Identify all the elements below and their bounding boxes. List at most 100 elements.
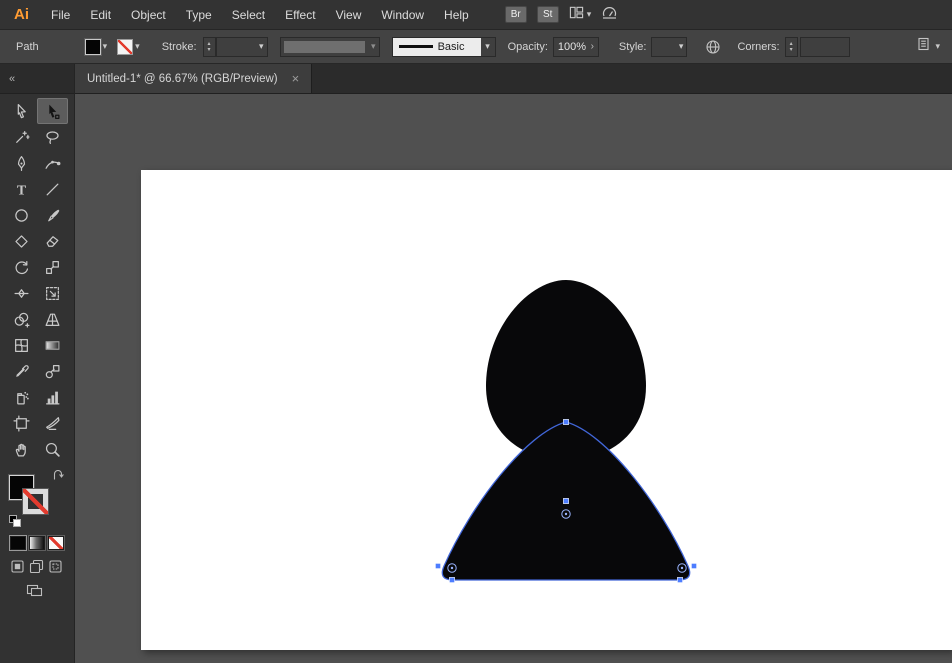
bridge-button[interactable]: Br — [505, 6, 527, 23]
gpu-performance-icon[interactable] — [601, 5, 618, 25]
swap-fill-stroke-button[interactable] — [52, 468, 65, 486]
anchor-point[interactable] — [563, 498, 568, 503]
menubar-right: Br St ▾ — [505, 5, 619, 25]
menu-select[interactable]: Select — [222, 0, 275, 30]
anchor-point[interactable] — [677, 577, 682, 582]
hand-tool[interactable] — [6, 436, 37, 462]
width-profile-dropdown[interactable]: ▾ — [280, 37, 380, 57]
fill-stroke-widget — [9, 470, 67, 528]
anchor-point[interactable] — [563, 419, 568, 424]
corner-widget-dot[interactable] — [451, 567, 453, 569]
collapse-panel-button[interactable]: « — [9, 73, 15, 85]
document-setup-globe-icon[interactable] — [705, 39, 721, 55]
column-graph-tool[interactable] — [37, 384, 68, 410]
stroke-weight-dropdown[interactable]: ▾ — [216, 37, 268, 57]
shaper-tool[interactable] — [6, 228, 37, 254]
artboard-tool[interactable] — [6, 410, 37, 436]
gradient-tool[interactable] — [37, 332, 68, 358]
menubar-items: FileEditObjectTypeSelectEffectViewWindow… — [41, 0, 479, 30]
width-tool[interactable] — [6, 280, 37, 306]
selection-tool[interactable] — [6, 98, 37, 124]
fill-swatch — [85, 39, 101, 55]
artboard[interactable] — [141, 170, 952, 650]
arrange-documents-button[interactable]: ▾ — [916, 36, 940, 57]
tools-panel-header: « — [0, 64, 74, 94]
workspace-switcher-button[interactable]: ▾ — [569, 5, 592, 25]
opacity-input[interactable]: 100% › — [553, 37, 599, 57]
pen-tool[interactable] — [6, 150, 37, 176]
stroke-color-dropdown[interactable]: ▾ — [117, 37, 140, 57]
perspective-grid-tool[interactable] — [37, 306, 68, 332]
scale-tool[interactable] — [37, 254, 68, 280]
symbol-sprayer-tool[interactable] — [6, 384, 37, 410]
color-mode-row — [10, 536, 74, 550]
artwork-svg[interactable] — [141, 170, 952, 650]
workspace: « T — [0, 64, 952, 663]
corners-stepper[interactable]: ▴▾ — [785, 37, 798, 57]
mesh-tool[interactable] — [6, 332, 37, 358]
color-button[interactable] — [10, 536, 26, 550]
eyedropper-tool[interactable] — [6, 358, 37, 384]
blend-tool[interactable] — [37, 358, 68, 384]
chevron-down-icon: ▾ — [135, 42, 140, 51]
curvature-tool[interactable] — [37, 150, 68, 176]
corners-input[interactable] — [800, 37, 850, 57]
slice-tool[interactable] — [37, 410, 68, 436]
stroke-label[interactable]: Stroke: — [162, 41, 197, 53]
ellipse-tool[interactable] — [6, 202, 37, 228]
menu-help[interactable]: Help — [434, 0, 479, 30]
menubar: Ai FileEditObjectTypeSelectEffectViewWin… — [0, 0, 952, 30]
opacity-presets-arrow-icon: › — [591, 41, 594, 52]
screen-mode-button[interactable] — [26, 583, 74, 598]
opacity-label[interactable]: Opacity: — [508, 41, 548, 53]
line-segment-tool[interactable] — [37, 176, 68, 202]
magic-wand-tool[interactable] — [6, 124, 37, 150]
anchor-point[interactable] — [435, 563, 440, 568]
zoom-tool[interactable] — [37, 436, 68, 462]
eraser-tool[interactable] — [37, 228, 68, 254]
draw-modes-row — [10, 559, 74, 574]
stroke-weight-stepper[interactable]: ▴▾ — [203, 37, 216, 57]
lasso-tool[interactable] — [37, 124, 68, 150]
anchor-point[interactable] — [449, 577, 454, 582]
shape-builder-tool[interactable] — [6, 306, 37, 332]
paintbrush-tool[interactable] — [37, 202, 68, 228]
corners-label[interactable]: Corners: — [737, 41, 779, 53]
type-tool[interactable]: T — [6, 176, 37, 202]
direct-selection-tool[interactable] — [37, 98, 68, 124]
rotate-tool[interactable] — [6, 254, 37, 280]
draw-normal-button[interactable] — [10, 559, 25, 574]
chevron-down-icon: ▾ — [103, 42, 108, 51]
style-dropdown[interactable]: ▾ — [651, 37, 687, 57]
chevron-down-icon: ▾ — [256, 42, 267, 51]
illustrator-logo: Ai — [14, 6, 29, 23]
menu-window[interactable]: Window — [371, 0, 434, 30]
control-bar: Path ▾ ▾ Stroke: ▴▾ ▾ ▾ Basic ▾ Opacity:… — [0, 30, 952, 64]
close-tab-icon[interactable]: × — [292, 72, 300, 85]
none-button[interactable] — [48, 536, 64, 550]
chevron-down-icon: ▾ — [481, 38, 495, 56]
anchor-point[interactable] — [691, 563, 696, 568]
corner-widget-dot[interactable] — [681, 567, 683, 569]
menu-edit[interactable]: Edit — [80, 0, 121, 30]
stock-button[interactable]: St — [537, 6, 559, 23]
default-fill-stroke-button[interactable] — [9, 515, 24, 528]
document-tab[interactable]: Untitled-1* @ 66.67% (RGB/Preview) × — [75, 64, 312, 93]
menu-view[interactable]: View — [326, 0, 372, 30]
center-widget-dot[interactable] — [565, 513, 567, 515]
draw-inside-button[interactable] — [48, 559, 63, 574]
brush-definition-dropdown[interactable]: Basic ▾ — [392, 37, 496, 57]
canvas[interactable] — [75, 94, 952, 663]
menu-file[interactable]: File — [41, 0, 80, 30]
chevron-down-icon: ▾ — [676, 42, 687, 51]
gradient-button[interactable] — [29, 536, 45, 550]
screen-mode-icon — [26, 583, 43, 598]
fill-color-dropdown[interactable]: ▾ — [85, 37, 108, 57]
menu-effect[interactable]: Effect — [275, 0, 325, 30]
stepper-down-icon: ▾ — [790, 47, 793, 53]
draw-behind-button[interactable] — [29, 559, 44, 574]
menu-object[interactable]: Object — [121, 0, 176, 30]
free-transform-tool[interactable] — [37, 280, 68, 306]
stroke-color-indicator[interactable] — [23, 489, 48, 514]
menu-type[interactable]: Type — [176, 0, 222, 30]
